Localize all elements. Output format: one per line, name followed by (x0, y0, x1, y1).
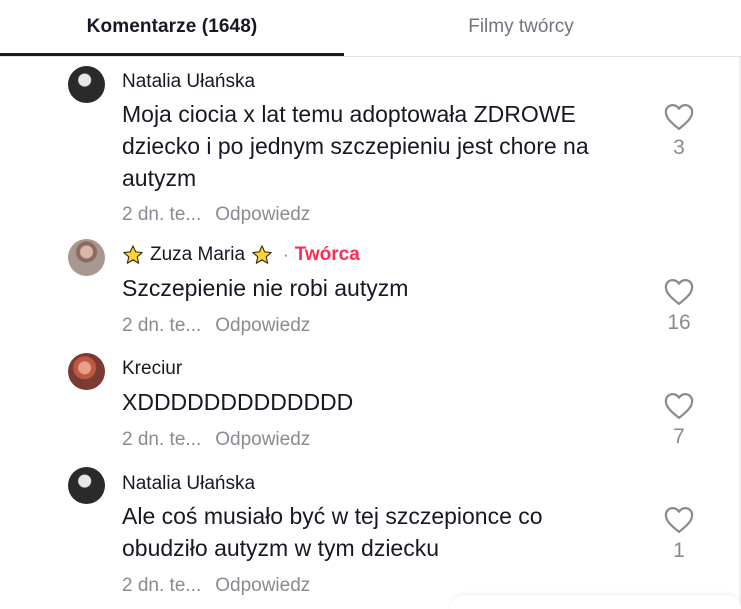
comment-time: 2 dn. te... (122, 575, 202, 596)
comment-meta: 2 dn. te... Odpowiedz (122, 204, 310, 226)
avatar[interactable] (68, 239, 105, 276)
username-text[interactable]: Natalia Ułańska (122, 71, 255, 93)
comment-meta: 2 dn. te... Odpowiedz (122, 429, 310, 451)
like-count: 1 (673, 539, 685, 562)
comment-meta: 2 dn. te... Odpowiedz (122, 575, 310, 597)
comment-username[interactable]: Natalia Ułańska (122, 473, 255, 495)
comment-text: Moja ciocia x lat temu adoptowała ZDROWE… (122, 98, 642, 194)
comment-text: XDDDDDDDDDDDDD (122, 386, 642, 418)
comment-username[interactable]: Kreciur (122, 358, 182, 380)
comment-text: Ale coś musiało być w tej szczepionce co… (122, 500, 642, 564)
comment-text-line: Moja ciocia x lat temu adoptowała ZDROWE (122, 101, 576, 127)
reply-button[interactable]: Odpowiedz (215, 315, 310, 336)
reply-button[interactable]: Odpowiedz (215, 429, 310, 450)
username-text[interactable]: Kreciur (122, 358, 182, 380)
tab-comments-label: Komentarze (1648) (86, 16, 258, 37)
reply-button[interactable]: Odpowiedz (215, 575, 310, 596)
username-text[interactable]: Zuza Maria (150, 244, 245, 266)
like-count: 7 (673, 425, 685, 448)
comment-username[interactable]: Zuza Maria · Twórca (122, 244, 360, 266)
heart-outline-icon[interactable] (664, 506, 694, 534)
comment-text-line: XDDDDDDDDDDDDD (122, 389, 354, 415)
comment-input-panel-edge (450, 595, 741, 609)
comment-time: 2 dn. te... (122, 315, 202, 336)
like-button[interactable]: 3 (660, 103, 698, 160)
avatar[interactable] (68, 66, 105, 103)
comment-text-line: dziecko i po jednym szczepieniu jest cho… (122, 133, 589, 159)
creator-badge: Twórca (294, 244, 360, 265)
username-text[interactable]: Natalia Ułańska (122, 473, 255, 495)
comment-time: 2 dn. te... (122, 429, 202, 450)
heart-outline-icon[interactable] (664, 392, 694, 420)
tab-bar: Komentarze (1648) Filmy twórcy (0, 0, 741, 57)
comment-time: 2 dn. te... (122, 204, 202, 225)
tab-creator-videos[interactable]: Filmy twórcy (356, 0, 686, 54)
reply-button[interactable]: Odpowiedz (215, 204, 310, 225)
like-count: 16 (667, 311, 691, 334)
tab-comments[interactable]: Komentarze (1648) (0, 0, 344, 54)
avatar[interactable] (68, 353, 105, 390)
comment-text-line: obudziło autyzm w tym dziecku (122, 535, 440, 561)
star-icon (123, 245, 143, 264)
like-button[interactable]: 1 (660, 506, 698, 563)
active-tab-indicator (0, 53, 344, 56)
like-button[interactable]: 7 (660, 392, 698, 449)
comment-text-line: Ale coś musiało być w tej szczepionce co (122, 503, 543, 529)
star-icon (252, 245, 272, 264)
heart-outline-icon[interactable] (664, 103, 694, 131)
comment-username[interactable]: Natalia Ułańska (122, 71, 255, 93)
comment-text: Szczepienie nie robi autyzm (122, 272, 642, 304)
comment-text-line: Szczepienie nie robi autyzm (122, 275, 409, 301)
comment-meta: 2 dn. te... Odpowiedz (122, 315, 310, 337)
tab-videos-label: Filmy twórcy (468, 16, 574, 37)
creator-separator: · (283, 245, 289, 264)
heart-outline-icon[interactable] (664, 278, 694, 306)
like-count: 3 (673, 136, 685, 159)
like-button[interactable]: 16 (660, 278, 698, 335)
avatar[interactable] (68, 467, 105, 504)
comment-text-line: autyzm (122, 165, 197, 191)
